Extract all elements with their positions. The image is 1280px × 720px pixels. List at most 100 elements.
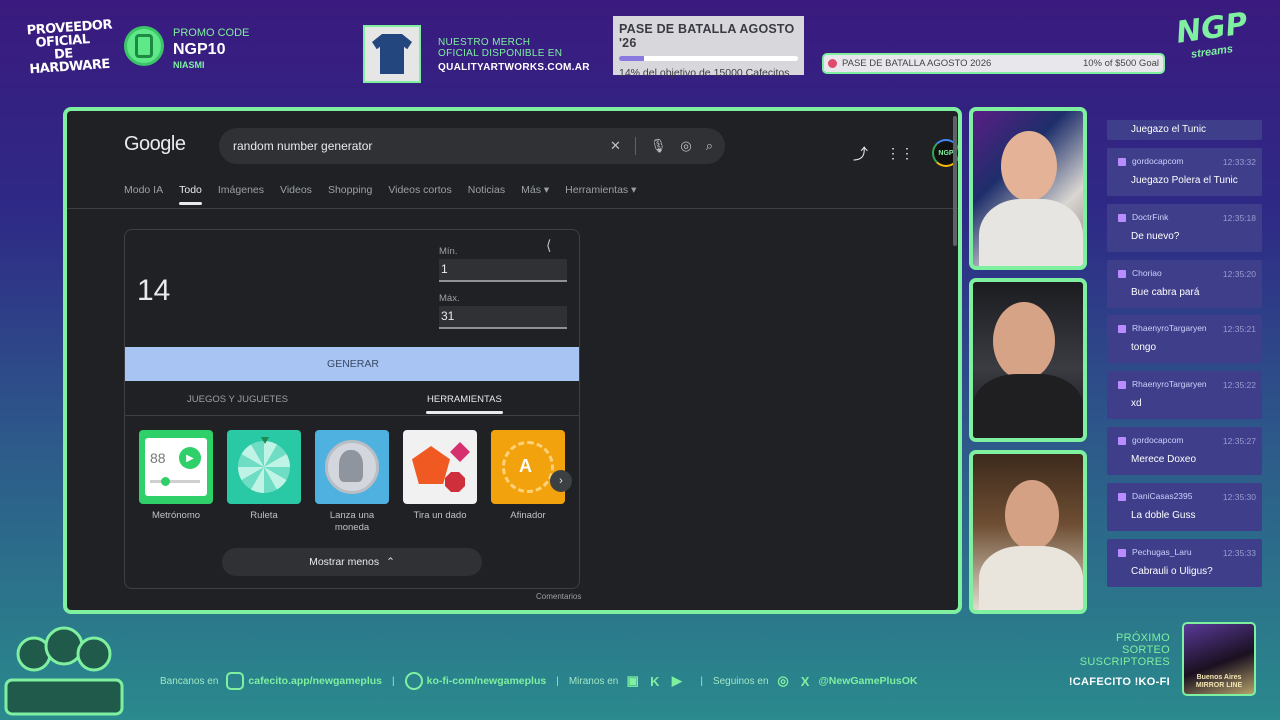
battle-pass-widget: PASE DE BATALLA AGOSTO '26 14% del objet… (613, 16, 804, 79)
chat-username[interactable]: gordocapcom (1132, 435, 1184, 445)
tool-label: Ruleta (250, 510, 278, 521)
chat-username[interactable]: Pechugas_Laru (1132, 547, 1192, 557)
battle-pass-progress-fill (619, 56, 645, 61)
merch-shirt-image (363, 25, 421, 83)
tool-label: Afinador (510, 510, 546, 521)
chat-username[interactable]: RhaenyroTargaryen (1132, 323, 1207, 333)
search-icon[interactable]: ⌕ (706, 138, 713, 154)
wheel-icon (238, 441, 290, 493)
footer-separator: | (392, 675, 395, 687)
dice-tile[interactable] (403, 430, 477, 504)
share-icon[interactable]: ⟨ (546, 237, 551, 254)
kofi-icon (404, 672, 423, 690)
streamer-3 (1005, 480, 1059, 550)
streamer-1 (1001, 131, 1057, 201)
google-logo[interactable]: Google (124, 133, 186, 156)
chat-timestamp: 12:33:32 (1222, 157, 1256, 167)
chat-message: Choriao 12:35:20 Bue cabra pará (1107, 259, 1262, 308)
chat-username[interactable]: gordocapcom (1132, 156, 1184, 166)
social-handle[interactable]: @NewGamePlusOK (819, 675, 918, 687)
share-icon[interactable]: ⤴ (853, 143, 868, 164)
tab-item[interactable]: Más ▾ (521, 184, 549, 196)
twitch-badge-icon (1118, 437, 1126, 445)
chat-username[interactable]: Choriao (1132, 268, 1162, 278)
chat-message: gordocapcom 12:33:32 Juegazo Polera el Tun… (1107, 148, 1262, 196)
tab-item[interactable]: Imágenes (218, 184, 264, 196)
instagram-icon[interactable]: ◎ (775, 673, 792, 690)
tab-item[interactable]: Videos (280, 184, 312, 196)
tab-item[interactable]: Noticias (468, 184, 505, 196)
cafecito-link[interactable]: cafecito.app/newgameplus (248, 675, 382, 687)
chat-message: Juegazo el Tunic (1107, 120, 1262, 140)
chat-message-text: Cabrauli o Uligus? (1131, 565, 1213, 577)
webcam-2 (969, 278, 1087, 442)
provider-badge: PROVEEDOR OFICIAL DE HARDWARE (26, 17, 113, 78)
chat-username[interactable]: RhaenyroTargaryen (1132, 379, 1207, 389)
apps-grid-icon[interactable]: ⋮⋮ (886, 145, 914, 162)
twitch-icon[interactable]: ▣ (624, 673, 641, 690)
webcam-3 (969, 450, 1087, 614)
chat-message-text: Juegazo el Tunic (1131, 124, 1207, 135)
tab-item[interactable]: Todo (179, 184, 202, 205)
chat-timestamp: 12:35:27 (1222, 436, 1256, 446)
microphone-icon[interactable]: 🎙 (650, 138, 667, 154)
footer-separator: | (556, 675, 559, 687)
chat-commands: !CAFECITO !KO-FI (1068, 676, 1170, 688)
tab-item[interactable]: Modo IA (124, 184, 163, 196)
tool-label: Tira un dado (413, 510, 467, 521)
merch-line1: NUESTRO MERCH (438, 37, 531, 48)
promo-label: PROMO CODE (173, 27, 250, 39)
min-input[interactable]: 1 (439, 259, 567, 282)
merch-url: QUALITYARTWORKS.COM.AR (438, 62, 590, 73)
next-raffle-line: SORTEO (1121, 644, 1170, 656)
scrollbar[interactable] (953, 116, 957, 246)
battle-pass-subtitle: 14% del objetivo de 15000 Cafecitos (619, 67, 790, 79)
tab-tools[interactable]: HERRAMIENTAS (426, 394, 503, 414)
search-divider (634, 137, 636, 155)
generate-button[interactable]: GENERAR (125, 347, 579, 381)
youtube-icon[interactable]: ▶ (668, 673, 685, 690)
kick-icon[interactable]: K (646, 673, 663, 690)
search-box[interactable]: random number generator ✕ 🎙 ◎ ⌕ (219, 128, 725, 164)
chat-message-text: La doble Guss (1131, 509, 1196, 521)
chat-username[interactable]: DaniCasas2395 (1132, 491, 1192, 501)
tuner-tile[interactable]: A (491, 430, 565, 504)
chat-message-text: Merece Doxeo (1131, 454, 1197, 465)
browser-window: Google random number generator ✕ 🎙 ◎ ⌕ ⤴… (63, 107, 962, 614)
chat-message: Pechugas_Laru 12:35:33 Cabrauli o Uligus? (1107, 538, 1262, 587)
battle-pass-title: PASE DE BATALLA AGOSTO '26 (619, 22, 795, 50)
raffle-game-title: Buenos Aires MIRROR LINE (1195, 674, 1243, 689)
max-label: Máx. (439, 293, 460, 304)
tab-item[interactable]: Herramientas ▾ (565, 184, 636, 196)
bancanos-label: Bancanos en (160, 675, 219, 687)
battle-pass-progress (619, 56, 798, 61)
card-tabs-divider (125, 415, 579, 416)
next-raffle: PRÓXIMO SORTEO SUSCRIPTORES !CAFECITO !K… (1050, 632, 1170, 688)
chat-message-text: tongo (1131, 342, 1157, 354)
camera-lens-icon[interactable]: ◎ (680, 138, 691, 154)
chat-timestamp: 12:35:30 (1222, 491, 1256, 502)
feedback-link[interactable]: Comentarios (536, 592, 581, 601)
max-input[interactable]: 31 (439, 306, 567, 329)
tool-label: Metrónomo (151, 510, 201, 521)
chat-username[interactable]: DoctrFink (1132, 212, 1168, 222)
kofi-link[interactable]: ko-fi-com/newgameplus (427, 675, 547, 687)
search-input[interactable]: random number generator (233, 139, 610, 153)
crew-logo (4, 626, 124, 716)
roulette-tile[interactable] (227, 430, 301, 504)
metronome-tile[interactable]: 88 ▶ (139, 430, 213, 504)
tab-item[interactable]: Videos cortos (388, 184, 451, 196)
tab-item[interactable]: Shopping (328, 184, 372, 196)
x-icon[interactable]: X (797, 673, 814, 690)
tab-games[interactable]: JUEGOS Y JUGUETES (187, 394, 288, 405)
miranos-label: Miranos en (568, 675, 619, 687)
show-less-button[interactable]: Mostrar menos ⌃ (222, 548, 482, 576)
clear-icon[interactable]: ✕ (610, 138, 621, 154)
coin-flip-tile[interactable] (315, 430, 389, 504)
tuner-letter: A (519, 456, 532, 476)
next-raffle-line: PRÓXIMO (1115, 632, 1170, 644)
carousel-next-button[interactable]: › (550, 470, 572, 492)
footer-separator: | (700, 675, 703, 687)
play-icon: ▶ (179, 447, 201, 469)
twitch-badge-icon (1118, 213, 1126, 222)
